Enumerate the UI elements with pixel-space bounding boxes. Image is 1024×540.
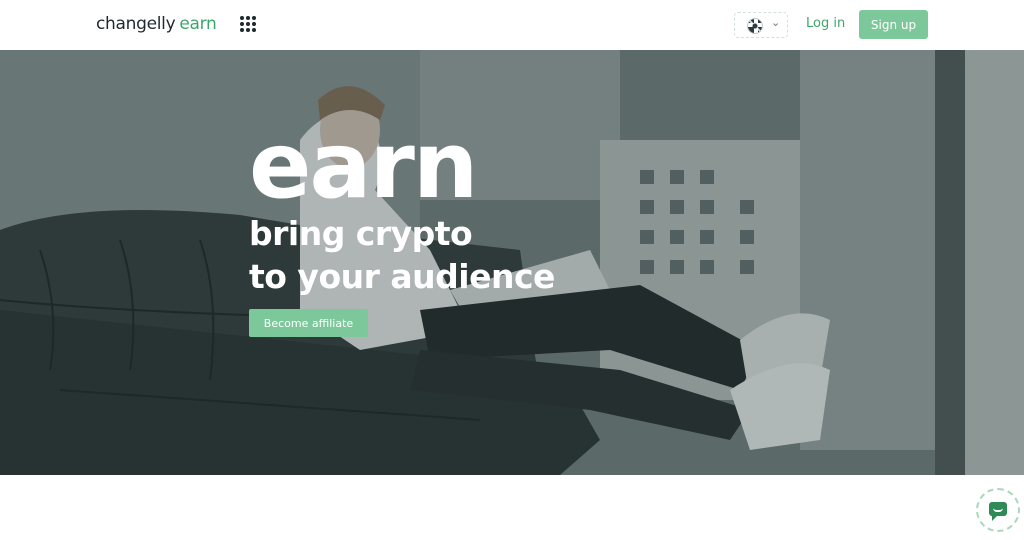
uk-flag-icon [747,18,763,34]
hero-subtitle: bring crypto to your audience [249,212,555,298]
changelly-earn-logo[interactable]: changelly earn [96,14,217,34]
signup-button[interactable]: Sign up [859,10,928,39]
hero-subtitle-line-2: to your audience [249,257,555,296]
logo-main-text: changelly [96,14,176,34]
become-affiliate-button[interactable]: Become affiliate [249,309,368,337]
apps-grid-icon[interactable] [240,16,256,32]
hero-subtitle-line-1: bring crypto [249,214,473,253]
chat-icon [989,502,1007,521]
logo-accent-text: earn [179,14,217,34]
chevron-down-icon: ⌄ [771,16,781,29]
hero-title: earn [249,112,478,219]
language-selector[interactable]: ⌄ [734,12,788,38]
login-link[interactable]: Log in [806,16,845,31]
chat-widget-button[interactable] [976,488,1020,532]
hero-section: earn bring crypto to your audience Becom… [0,50,1024,475]
site-header: changelly earn ⌄ Log in Sign up [0,0,1024,50]
